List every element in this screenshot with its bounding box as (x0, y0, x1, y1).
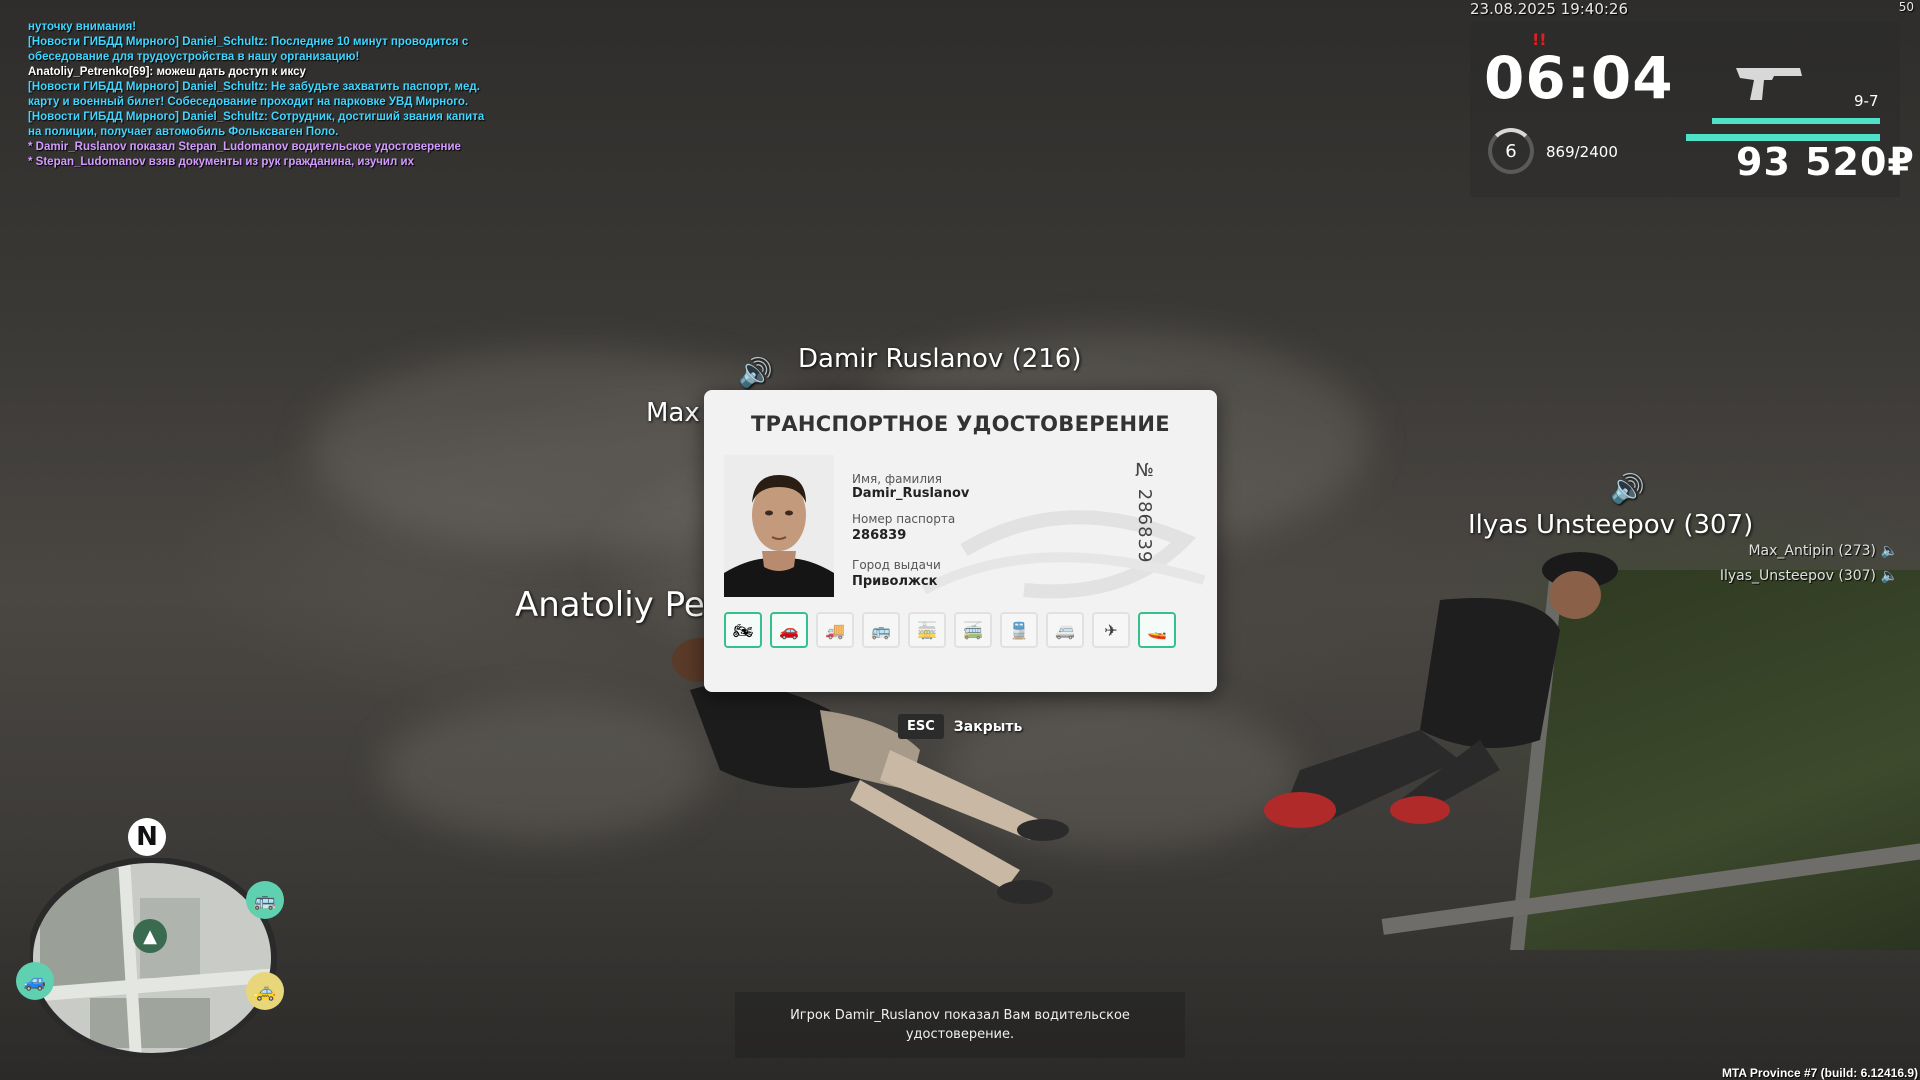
chat-line: * Damir_Ruslanov показал Stepan_Ludomano… (28, 141, 461, 153)
category-trolleybus: 🚎 (954, 612, 992, 648)
license-number: № 286839 (1134, 460, 1155, 564)
category-motorcycle: 🏍 (724, 612, 762, 648)
fps-counter: 50 (1898, 0, 1914, 14)
passport-value: 286839 (852, 528, 907, 543)
city-label: Город выдачи (852, 558, 941, 572)
car-icon: 🚗 (779, 620, 799, 640)
minimap (30, 858, 277, 1058)
car-rental-icon: 🚙 (16, 962, 54, 1000)
speaker-icon: 🔊 (1610, 472, 1645, 505)
trolleybus-icon: 🚎 (963, 620, 983, 640)
close-control[interactable]: ESC Закрыть (898, 714, 1022, 739)
nametag-ilyas: Ilyas Unsteepov (307) (1468, 510, 1754, 540)
chat-line: нуточку внимания! (28, 21, 137, 33)
category-truck: 🚚 (816, 612, 854, 648)
boat-icon: 🚤 (1147, 620, 1167, 640)
speaker-icon: 🔈 (1880, 568, 1898, 584)
ammo-counter: 9-7 (1854, 92, 1879, 110)
category-car: 🚗 (770, 612, 808, 648)
bus-icon: 🚌 (871, 620, 891, 640)
airplane-icon: ✈ (1104, 620, 1118, 640)
category-bus: 🚌 (862, 612, 900, 648)
category-tram: 🚋 (908, 612, 946, 648)
passport-label: Номер паспорта (852, 512, 956, 526)
category-boat: 🚤 (1138, 612, 1176, 648)
tram-icon: 🚋 (917, 620, 937, 640)
level-ring: 6 (1488, 128, 1534, 174)
close-label[interactable]: Закрыть (954, 719, 1023, 735)
level-value: 6 (1505, 140, 1517, 162)
compass-north: N (128, 818, 166, 856)
health-bar-fill (1712, 118, 1880, 124)
nametag-damir: Damir Ruslanov (216) (798, 344, 1082, 374)
nametag-max: Max (646, 398, 700, 428)
chat-line: обеседование для трудоустройства в нашу … (28, 51, 360, 63)
speaker-icon: 🔈 (1880, 543, 1898, 559)
date-time: 23.08.2025 19:40:26 (1470, 0, 1629, 18)
category-van: 🚐 (1046, 612, 1084, 648)
van-icon: 🚐 (1055, 620, 1075, 640)
money-display: 93 520₽ (1736, 140, 1915, 184)
chat-line: * Stepan_Ludomanov взяв документы из рук… (28, 156, 414, 168)
crouching-character (1264, 552, 1618, 828)
motorcycle-icon: 🏍 (732, 620, 754, 640)
chat-line: карту и военный билет! Собеседование про… (28, 96, 469, 108)
voice-list-item: Ilyas_Unsteepov (307) (1719, 568, 1876, 584)
notification: Игрок Damir_Ruslanov показал Вам водител… (735, 992, 1185, 1058)
chat-line: Anatoliy_Petrenko[69]: можеш дать доступ… (28, 66, 306, 78)
license-title: ТРАНСПОРТНОЕ УДОСТОВЕРЕНИЕ (751, 412, 1170, 436)
vehicle-categories: 🏍 🚗 🚚 🚌 🚋 🚎 🚆 🚐 ✈ 🚤 (724, 612, 1176, 648)
game-clock: 06:04 (1484, 44, 1674, 112)
chat-line: [Новости ГИБДД Мирного] Daniel_Schultz: … (28, 81, 480, 93)
city-value: Приволжск (852, 574, 938, 589)
exp-counter: 869/2400 (1546, 143, 1618, 161)
nametag-anatoliy: Anatoliy Pet (515, 585, 719, 625)
license-card: ТРАНСПОРТНОЕ УДОСТОВЕРЕНИЕ Имя, фамилия … (704, 390, 1217, 692)
name-value: Damir_Ruslanov (852, 486, 970, 501)
owner-photo (724, 455, 834, 597)
chat-line: [Новости ГИБДД Мирного] Daniel_Schultz: … (28, 111, 485, 123)
player-marker-icon: ▲ (133, 919, 167, 953)
esc-key[interactable]: ESC (898, 714, 944, 739)
voice-list-item: Max_Antipin (273) (1748, 543, 1876, 559)
taxi-icon: 🚕 (246, 972, 284, 1010)
train-icon: 🚆 (1009, 620, 1029, 640)
chat-line: [Новости ГИБДД Мирного] Daniel_Schultz: … (28, 36, 469, 48)
health-bar (1712, 118, 1880, 124)
chat-log: нуточку внимания! [Новости ГИБДД Мирного… (28, 20, 528, 170)
chat-line: на полиции, получает автомобиль Фольксва… (28, 126, 339, 138)
truck-icon: 🚚 (825, 620, 845, 640)
speaker-icon: 🔊 (738, 356, 773, 389)
pistol-icon (1736, 68, 1802, 100)
category-train: 🚆 (1000, 612, 1038, 648)
bus-stop-icon: 🚌 (246, 881, 284, 919)
name-label: Имя, фамилия (852, 472, 943, 486)
build-info: MTA Province #7 (build: 6.12416.9) (1721, 1066, 1918, 1080)
category-airplane: ✈ (1092, 612, 1130, 648)
